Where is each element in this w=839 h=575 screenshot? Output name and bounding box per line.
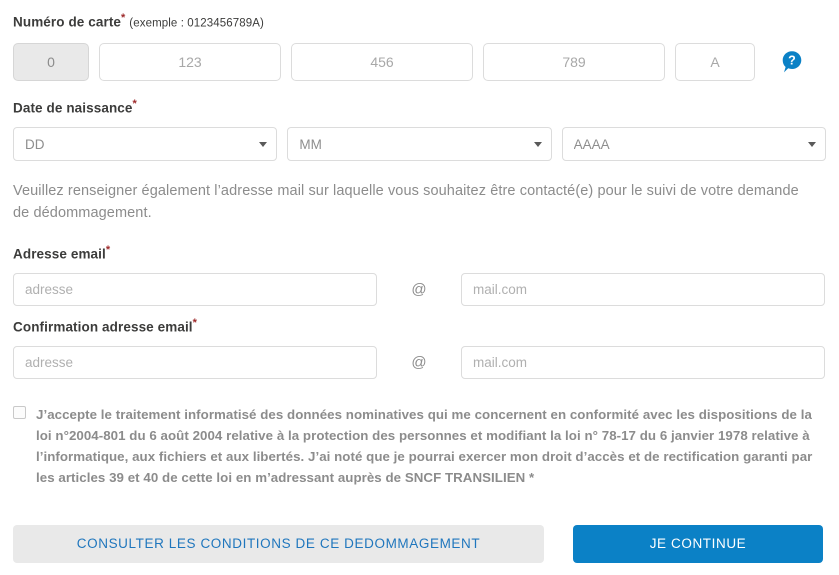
card-number-inputs-row: ? [13, 43, 826, 81]
email-confirm-label: Confirmation adresse email* [13, 316, 826, 334]
email-intro-text: Veuillez renseigner également l’adresse … [13, 183, 799, 221]
email-inputs-row: @ [13, 272, 826, 306]
at-symbol: @ [411, 280, 427, 298]
svg-text:?: ? [788, 54, 796, 68]
email-domain-input[interactable] [461, 272, 825, 306]
email-local-input[interactable] [13, 272, 377, 306]
card-segment-0-input[interactable] [13, 43, 89, 81]
consent-section: J’accepte le traitement informatisé des … [13, 379, 826, 488]
required-asterisk: * [192, 316, 198, 329]
continue-button[interactable]: JE CONTINUE [573, 524, 823, 563]
consent-text-block: J’accepte le traitement informatisé des … [36, 404, 826, 488]
birth-date-label-text: Date de naissance [13, 100, 133, 116]
card-number-hint: (exemple : 0123456789A) [129, 17, 264, 30]
card-segment-4-input[interactable] [675, 43, 755, 81]
form-actions: CONSULTER LES CONDITIONS DE CE DEDOMMAGE… [13, 488, 826, 563]
consent-text: J’accepte le traitement informatisé des … [36, 406, 813, 485]
email-confirm-local-input[interactable] [13, 345, 377, 379]
email-confirm-domain-input[interactable] [461, 345, 825, 379]
birth-date-section: Date de naissance* DD MM AAAA [13, 81, 826, 161]
card-number-label-text: Numéro de carte [13, 14, 122, 30]
birth-date-selects-row: DD MM AAAA [13, 127, 826, 161]
birth-day-wrapper: DD [13, 127, 278, 161]
required-asterisk: * [132, 98, 137, 110]
required-asterisk: * [105, 243, 111, 256]
birth-year-wrapper: AAAA [561, 127, 826, 161]
view-conditions-button[interactable]: CONSULTER LES CONDITIONS DE CE DEDOMMAGE… [13, 524, 544, 563]
help-question-bubble-icon: ? [782, 51, 802, 73]
birth-month-select[interactable]: MM [287, 127, 552, 161]
birth-month-wrapper: MM [287, 127, 552, 161]
card-segment-1-input[interactable] [99, 43, 281, 81]
email-label-text: Adresse email [13, 246, 106, 261]
help-button[interactable]: ? [779, 49, 805, 75]
email-confirm-section: Confirmation adresse email* @ [13, 306, 826, 379]
card-number-label: Numéro de carte* (exemple : 0123456789A) [13, 13, 826, 30]
card-number-section: Numéro de carte* (exemple : 0123456789A)… [13, 0, 826, 81]
birth-year-select[interactable]: AAAA [561, 127, 826, 161]
consent-checkbox[interactable] [13, 405, 26, 419]
email-section: Adresse email* @ [13, 225, 826, 306]
birth-date-label: Date de naissance* [13, 99, 826, 115]
email-confirm-inputs-row: @ [13, 345, 826, 379]
at-symbol: @ [411, 353, 427, 371]
birth-day-select[interactable]: DD [13, 127, 278, 161]
required-asterisk: * [121, 12, 126, 24]
compensation-claim-form: Numéro de carte* (exemple : 0123456789A)… [0, 0, 839, 575]
card-segment-3-input[interactable] [483, 43, 665, 81]
email-label: Adresse email* [13, 243, 826, 261]
card-segment-2-input[interactable] [291, 43, 473, 81]
email-confirm-label-text: Confirmation adresse email [13, 319, 193, 334]
required-asterisk: * [529, 469, 535, 485]
